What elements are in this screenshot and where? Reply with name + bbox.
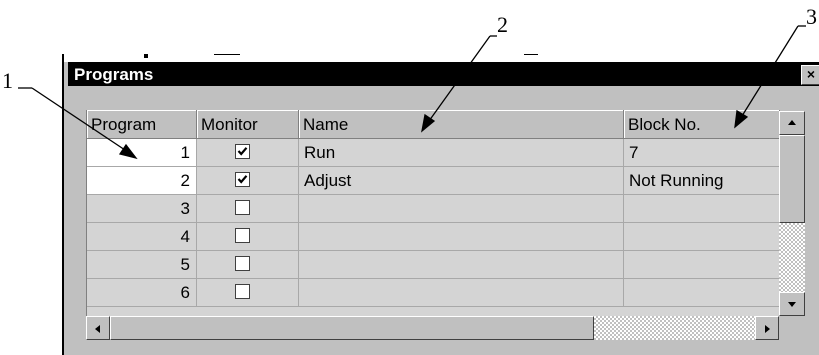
block-cell[interactable]: 7 [624,139,780,167]
arrow-left-icon [95,325,100,333]
vertical-scroll-track[interactable] [779,223,805,292]
scroll-up-button[interactable] [779,111,805,135]
program-cell[interactable]: 5 [87,251,197,279]
close-icon: × [806,66,816,82]
program-cell[interactable]: 3 [87,195,197,223]
vertical-scroll-thumb[interactable] [779,135,805,223]
callout-3: 3 [806,4,817,29]
title-bar[interactable]: Programs × [68,62,819,86]
monitor-cell[interactable] [197,223,299,251]
callout-1: 1 [2,68,13,93]
column-header-name[interactable]: Name [299,110,624,139]
monitor-checkbox[interactable] [235,284,250,299]
checkmark-icon [237,147,248,156]
block-cell[interactable]: Not Running [624,167,780,195]
table-row[interactable]: 4 [87,223,780,251]
name-cell[interactable] [299,279,624,307]
table-row[interactable]: 1 Run 7 [87,139,780,167]
programs-grid: Program Monitor Name Block No. 1 Run 7 2 Adj… [86,110,780,316]
column-header-monitor[interactable]: Monitor [197,110,299,139]
monitor-cell[interactable] [197,167,299,195]
vertical-scrollbar[interactable] [779,111,805,316]
close-button[interactable]: × [801,65,819,85]
monitor-checkbox[interactable] [235,172,250,187]
callout-2: 2 [497,12,508,37]
background-strip [64,54,819,62]
horizontal-scrollbar[interactable] [86,316,779,340]
horizontal-scroll-thumb[interactable] [110,316,594,340]
scroll-left-button[interactable] [86,316,110,340]
table-row[interactable]: 3 [87,195,780,223]
monitor-checkbox[interactable] [235,144,250,159]
block-cell[interactable] [624,195,780,223]
block-cell[interactable] [624,279,780,307]
block-cell[interactable] [624,223,780,251]
window-title: Programs [74,65,154,84]
monitor-checkbox[interactable] [235,256,250,271]
arrow-down-icon [788,302,796,307]
name-cell[interactable] [299,223,624,251]
name-cell[interactable] [299,195,624,223]
block-cell[interactable] [624,251,780,279]
name-cell[interactable]: Run [299,139,624,167]
program-cell[interactable]: 1 [87,139,197,167]
table-row[interactable]: 6 [87,279,780,307]
monitor-checkbox[interactable] [235,200,250,215]
monitor-cell[interactable] [197,195,299,223]
horizontal-scroll-track[interactable] [594,316,755,340]
scrollbar-corner [779,316,805,340]
monitor-cell[interactable] [197,139,299,167]
table-row[interactable]: 2 Adjust Not Running [87,167,780,195]
program-cell[interactable]: 6 [87,279,197,307]
checkmark-icon [237,175,248,184]
scroll-down-button[interactable] [779,292,805,316]
column-header-program[interactable]: Program [87,110,197,139]
table-row[interactable]: 5 [87,251,780,279]
monitor-checkbox[interactable] [235,228,250,243]
arrow-up-icon [788,120,796,125]
program-cell[interactable]: 2 [87,167,197,195]
monitor-cell[interactable] [197,251,299,279]
monitor-cell[interactable] [197,279,299,307]
name-cell[interactable]: Adjust [299,167,624,195]
name-cell[interactable] [299,251,624,279]
arrow-right-icon [765,325,770,333]
scroll-right-button[interactable] [755,316,779,340]
program-cell[interactable]: 4 [87,223,197,251]
column-header-block-no[interactable]: Block No. [624,110,780,139]
